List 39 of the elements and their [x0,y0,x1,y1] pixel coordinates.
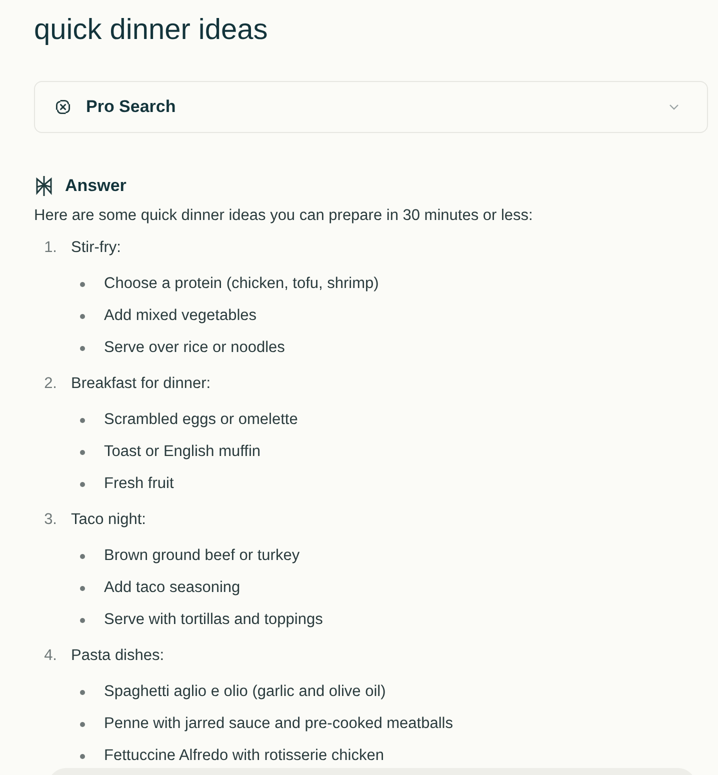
chevron-down-icon [669,104,679,110]
answer-icon [34,175,54,197]
bullet-icon [80,450,85,454]
bullet-icon [80,690,85,694]
bullet-icon [80,586,85,590]
list-bullet-text: Add taco seasoning [104,579,240,597]
pro-search-panel[interactable]: Pro Search [34,81,708,133]
bullet-icon [80,282,85,286]
answer-intro: Here are some quick dinner ideas you can prepare in 30 minutes or less: [34,206,534,226]
bullet-icon [80,754,85,758]
query-title: quick dinner ideas [34,13,269,48]
list-bullet-text: Add mixed vegetables [104,307,257,325]
list-item-heading: Taco night: [71,511,146,529]
list-item-heading: Breakfast for dinner: [71,375,211,393]
list-bullet-text: Serve with tortillas and toppings [104,611,323,629]
list-number: 3. [43,511,57,529]
bullet-icon [80,314,85,318]
list-bullet-text: Toast or English muffin [104,443,261,461]
list-bullet-text: Fettuccine Alfredo with rotisserie chicken [104,747,384,765]
list-number: 4. [43,647,57,665]
bullet-icon [80,554,85,558]
list-bullet-text: Spaghetti aglio e olio (garlic and olive oil) [104,683,386,701]
list-bullet-text: Scrambled eggs or omelette [104,411,298,429]
list-bullet-text: Brown ground beef or turkey [104,547,300,565]
list-item-heading: Stir-fry: [71,239,121,257]
answer-heading: Answer [65,176,126,196]
list-bullet-text: Fresh fruit [104,475,174,493]
list-bullet-text: Choose a protein (chicken, tofu, shrimp) [104,275,379,293]
pro-search-label: Pro Search [86,97,177,117]
list-number: 2. [43,375,57,393]
bullet-icon [80,346,85,350]
list-number: 1. [43,239,57,257]
list-bullet-text: Serve over rice or noodles [104,339,285,357]
bullet-icon [80,722,85,726]
list-bullet-text: Penne with jarred sauce and pre-cooked meatballs [104,715,453,733]
bullet-icon [80,482,85,486]
list-item-heading: Pasta dishes: [71,647,164,665]
bullet-icon [80,618,85,622]
bullet-icon [80,418,85,422]
